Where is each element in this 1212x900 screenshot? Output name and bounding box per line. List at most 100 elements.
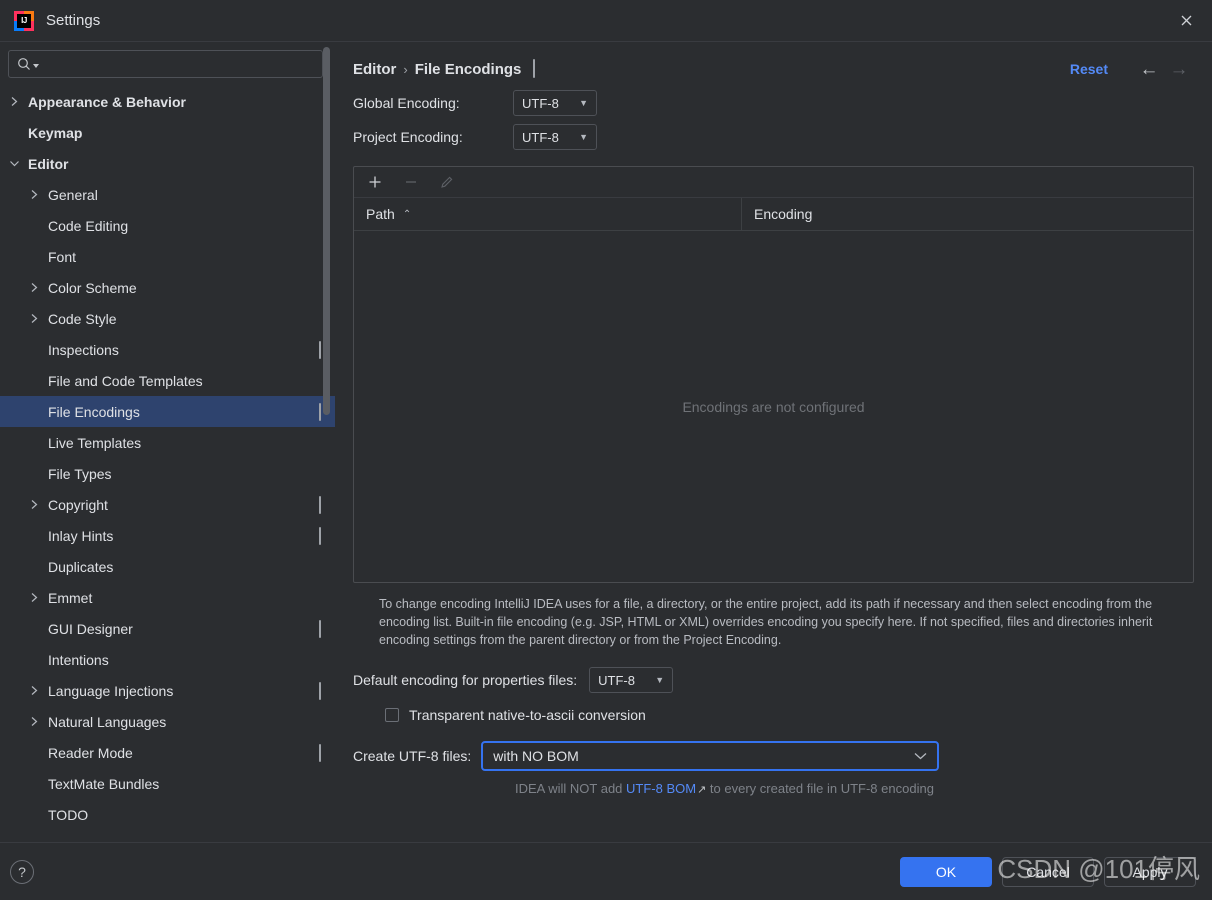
search-wrapper <box>0 42 335 84</box>
search-icon <box>17 57 40 72</box>
sidebar-item-label: Intentions <box>48 651 109 668</box>
dialog-body: Appearance & Behavior Keymap Editor General… <box>0 42 1212 842</box>
sidebar-item-natural-languages[interactable]: Natural Languages <box>0 706 335 737</box>
column-header-encoding-label: Encoding <box>754 206 813 222</box>
sidebar-item-label: Editor <box>28 155 69 172</box>
sidebar-item-keymap[interactable]: Keymap <box>0 117 335 148</box>
chevron-right-icon[interactable] <box>26 716 42 727</box>
global-encoding-value: UTF-8 <box>522 95 559 111</box>
sidebar-item-todo[interactable]: TODO <box>0 799 335 830</box>
chevron-down-icon: ▼ <box>579 132 588 142</box>
chevron-right-icon[interactable] <box>26 592 42 603</box>
sidebar-item-label: Appearance & Behavior <box>28 93 186 110</box>
search-input[interactable] <box>46 56 314 72</box>
breadcrumb-parent[interactable]: Editor <box>353 61 396 78</box>
external-link-icon: ↗ <box>697 784 707 797</box>
chevron-right-icon[interactable] <box>6 96 22 107</box>
create-utf8-files-hint: IDEA will NOT add UTF-8 BOM↗ to every cr… <box>515 781 1194 796</box>
settings-main-panel: Editor › File Encodings Reset ← → Global… <box>335 42 1212 842</box>
sidebar-item-copyright[interactable]: Copyright <box>0 489 335 520</box>
sidebar-item-label: Language Injections <box>48 682 174 699</box>
intellij-idea-logo-icon: IJ <box>14 10 34 31</box>
transparent-conversion-label: Transparent native-to-ascii conversion <box>409 707 646 724</box>
sidebar-item-label: Code Editing <box>48 217 129 234</box>
chevron-down-icon[interactable] <box>6 159 22 168</box>
transparent-conversion-row[interactable]: Transparent native-to-ascii conversion <box>385 707 1194 723</box>
default-properties-encoding-value: UTF-8 <box>598 672 635 688</box>
transparent-conversion-checkbox[interactable] <box>385 708 399 723</box>
sidebar-item-label: TextMate Bundles <box>48 775 160 792</box>
sidebar-item-duplicates[interactable]: Duplicates <box>0 551 335 582</box>
sidebar-scrollbar-thumb[interactable] <box>323 47 330 415</box>
sidebar-item-reader-mode[interactable]: Reader Mode <box>0 737 335 768</box>
sidebar-item-label: Inspections <box>48 341 119 358</box>
default-properties-encoding-combo[interactable]: UTF-8 ▼ <box>589 667 674 694</box>
sidebar-item-code-editing[interactable]: Code Editing <box>0 210 335 241</box>
sidebar-item-language-injections[interactable]: Language Injections <box>0 675 335 706</box>
project-encoding-combo[interactable]: UTF-8 ▼ <box>513 124 597 150</box>
sidebar-item-appearance-behavior[interactable]: Appearance & Behavior <box>0 86 335 117</box>
sidebar-item-label: Live Templates <box>48 434 142 451</box>
settings-sidebar: Appearance & Behavior Keymap Editor General… <box>0 42 335 842</box>
reset-button[interactable]: Reset <box>1070 61 1108 77</box>
encodings-table-toolbar <box>354 167 1193 198</box>
project-encoding-label: Project Encoding: <box>353 129 463 145</box>
project-level-badge-icon <box>319 495 321 514</box>
sidebar-item-label: Copyright <box>48 496 108 513</box>
project-encoding-value: UTF-8 <box>522 129 559 145</box>
sidebar-item-label: TODO <box>48 806 89 823</box>
sidebar-item-font[interactable]: Font <box>0 241 335 272</box>
sidebar-item-live-templates[interactable]: Live Templates <box>0 427 335 458</box>
column-header-path[interactable]: Path ⌃ <box>354 198 742 230</box>
create-utf8-files-row: Create UTF-8 files: with NO BOM <box>353 741 1194 772</box>
chevron-right-icon[interactable] <box>26 685 42 696</box>
ok-button[interactable]: OK <box>900 856 992 887</box>
utf8-bom-link[interactable]: UTF-8 BOM <box>626 781 696 796</box>
cancel-button[interactable]: Cancel <box>1002 856 1094 887</box>
chevron-right-icon[interactable] <box>26 499 42 510</box>
empty-state-text: Encodings are not configured <box>682 398 865 415</box>
breadcrumb-row: Editor › File Encodings Reset ← → <box>353 42 1194 86</box>
project-level-badge-icon <box>533 59 536 78</box>
forward-arrow-icon[interactable]: → <box>1164 56 1194 82</box>
settings-tree[interactable]: Appearance & Behavior Keymap Editor General… <box>0 84 335 842</box>
help-button[interactable]: ? <box>10 859 34 884</box>
sidebar-item-color-scheme[interactable]: Color Scheme <box>0 272 335 303</box>
settings-dialog: IJ Settings Appearance & Behavior Keymap… <box>0 0 1212 900</box>
sidebar-item-emmet[interactable]: Emmet <box>0 582 335 613</box>
sidebar-item-inspections[interactable]: Inspections <box>0 334 335 365</box>
table-body: Encodings are not configured <box>354 231 1193 582</box>
sidebar-item-file-encodings[interactable]: File Encodings <box>0 396 335 427</box>
search-box[interactable] <box>8 50 323 78</box>
sidebar-item-file-and-code-templates[interactable]: File and Code Templates <box>0 365 335 396</box>
sidebar-item-label: Reader Mode <box>48 744 133 761</box>
sidebar-item-textmate-bundles[interactable]: TextMate Bundles <box>0 768 335 799</box>
sidebar-scrollbar-track[interactable] <box>323 42 330 842</box>
sidebar-item-file-types[interactable]: File Types <box>0 458 335 489</box>
sidebar-item-label: Natural Languages <box>48 713 167 730</box>
back-arrow-icon[interactable]: ← <box>1134 56 1164 82</box>
create-utf8-files-combo[interactable]: with NO BOM <box>481 741 940 772</box>
sidebar-item-intentions[interactable]: Intentions <box>0 644 335 675</box>
close-icon[interactable] <box>1166 2 1206 40</box>
sidebar-item-general[interactable]: General <box>0 179 335 210</box>
window-title: Settings <box>46 12 101 29</box>
sidebar-item-code-style[interactable]: Code Style <box>0 303 335 334</box>
sidebar-item-inlay-hints[interactable]: Inlay Hints <box>0 520 335 551</box>
column-header-path-label: Path <box>366 206 395 222</box>
sidebar-item-gui-designer[interactable]: GUI Designer <box>0 613 335 644</box>
global-encoding-combo[interactable]: UTF-8 ▼ <box>513 90 597 116</box>
chevron-right-icon[interactable] <box>26 313 42 324</box>
chevron-down-icon <box>914 749 927 763</box>
column-header-encoding[interactable]: Encoding <box>742 198 1193 230</box>
sidebar-item-label: Keymap <box>28 124 83 141</box>
chevron-right-icon[interactable] <box>26 282 42 293</box>
sidebar-item-label: Font <box>48 248 77 265</box>
encodings-table: Path ⌃ Encoding Encodings are not config… <box>353 166 1194 583</box>
apply-button[interactable]: Apply <box>1104 856 1196 887</box>
sort-ascending-icon: ⌃ <box>402 208 412 220</box>
plus-icon[interactable] <box>366 173 384 191</box>
chevron-right-icon[interactable] <box>26 189 42 200</box>
project-level-badge-icon <box>319 340 321 359</box>
sidebar-item-editor[interactable]: Editor <box>0 148 335 179</box>
